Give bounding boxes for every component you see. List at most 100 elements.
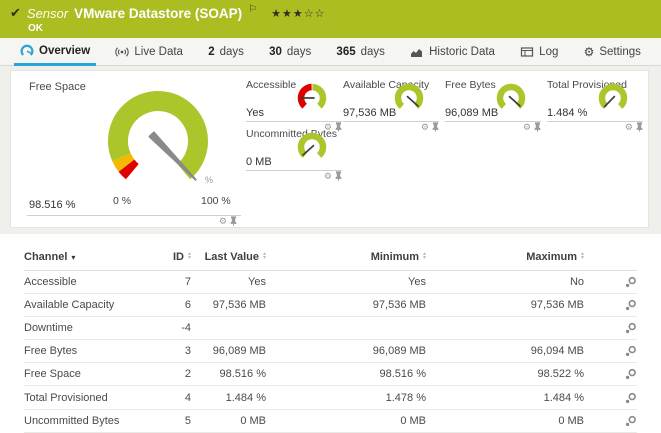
card-icons: ⚙ [421, 122, 439, 132]
gauge-card-accessible: Accessible Yes ⚙ [246, 79, 342, 131]
tab-label: days [220, 46, 244, 58]
cell-min: 97,536 MB [266, 294, 426, 317]
gauges-panel: Free Space % 0 % 100 % 98.516 % ⚙ Access… [10, 70, 649, 228]
table-row[interactable]: Free Bytes396,089 MB96,089 MB96,094 MB [24, 340, 637, 363]
historic-data-icon [410, 45, 424, 59]
tab-2-days[interactable]: 2 days [202, 38, 250, 66]
cell-channel: Free Space [24, 363, 149, 386]
overview-gauge-icon [20, 44, 34, 58]
log-icon [520, 45, 534, 59]
gauge-unit-marker: % [205, 175, 213, 185]
gauge-card-free-bytes: Free Bytes 96,089 MB ⚙ [445, 79, 541, 131]
table-row[interactable]: Accessible7YesYesNo [24, 271, 637, 294]
cell-max [426, 317, 584, 340]
pin-icon[interactable] [230, 216, 237, 226]
total-provisioned-gauge[interactable] [589, 80, 637, 120]
gauge-axis-max: 100 % [201, 195, 231, 207]
cell-id: 2 [149, 363, 191, 386]
cell-min: 1.478 % [266, 386, 426, 409]
column-header-last-value[interactable]: Last Value▴▾ [191, 246, 266, 271]
channel-table: Channel▾ ID▴▾ Last Value▴▾ Minimum▴▾ Max… [24, 246, 637, 433]
gear-icon[interactable]: ⚙ [324, 172, 332, 181]
cell-id: 3 [149, 340, 191, 363]
cell-channel: Free Bytes [24, 340, 149, 363]
priority-stars[interactable]: ★★★☆☆ [271, 7, 325, 20]
tab-overview[interactable]: Overview [14, 38, 96, 66]
column-header-actions [584, 246, 637, 271]
sort-icon: ▴▾ [581, 252, 584, 261]
gauge-value: 1.484 % [547, 107, 587, 119]
channel-settings-icon[interactable] [584, 317, 637, 340]
gauges-strip: Free Space % 0 % 100 % 98.516 % ⚙ Access… [0, 66, 661, 234]
cell-id: 7 [149, 271, 191, 294]
tab-log[interactable]: Log [514, 38, 564, 66]
gear-icon[interactable]: ⚙ [421, 123, 429, 132]
cell-min: 96,089 MB [266, 340, 426, 363]
tab-label: Live Data [134, 46, 183, 58]
cell-channel: Accessible [24, 271, 149, 294]
column-header-id[interactable]: ID▴▾ [149, 246, 191, 271]
gauge-value: 97,536 MB [343, 107, 396, 119]
pin-icon[interactable] [534, 122, 541, 132]
cell-last: 97,536 MB [191, 294, 266, 317]
gauge-card-free-space: Free Space % 0 % 100 % 98.516 % ⚙ [19, 75, 241, 225]
tab-historic-data[interactable]: Historic Data [404, 38, 501, 66]
pin-icon[interactable] [335, 171, 342, 181]
column-label: Channel [24, 251, 67, 263]
gauge-value: 98.516 % [29, 199, 75, 211]
tab-bar: Overview Live Data 2 days 30 days 365 da… [0, 38, 661, 66]
channel-settings-icon[interactable] [584, 340, 637, 363]
table-row[interactable]: Uncommitted Bytes50 MB0 MB0 MB [24, 409, 637, 432]
channel-settings-icon[interactable] [584, 386, 637, 409]
cell-id: 6 [149, 294, 191, 317]
tab-30-days[interactable]: 30 days [263, 38, 317, 66]
column-header-maximum[interactable]: Maximum ▴▾ [426, 246, 584, 271]
channel-settings-icon[interactable] [584, 363, 637, 386]
gear-icon[interactable]: ⚙ [219, 217, 227, 226]
channel-table-body: Accessible7YesYesNoAvailable Capacity697… [24, 271, 637, 433]
priority-flag-icon[interactable]: ⚐ [248, 4, 257, 15]
table-row[interactable]: Free Space298.516 %98.516 %98.522 % [24, 363, 637, 386]
sensor-title: VMware Datastore (SOAP) [74, 6, 242, 21]
channel-settings-icon[interactable] [584, 294, 637, 317]
tab-label: Overview [39, 45, 90, 57]
uncommitted-bytes-gauge[interactable] [288, 129, 336, 169]
column-header-channel[interactable]: Channel▾ [24, 246, 149, 271]
channel-settings-icon[interactable] [584, 271, 637, 294]
cell-max: No [426, 271, 584, 294]
gauge-value: Yes [246, 107, 264, 119]
tab-settings[interactable]: ⚙ Settings [578, 38, 647, 66]
pin-icon[interactable] [636, 122, 643, 132]
cell-min: 0 MB [266, 409, 426, 432]
card-icons: ⚙ [625, 122, 643, 132]
card-divider [27, 215, 241, 216]
cell-last: 0 MB [191, 409, 266, 432]
table-row[interactable]: Total Provisioned41.484 %1.478 %1.484 % [24, 386, 637, 409]
channel-settings-icon[interactable] [584, 409, 637, 432]
gear-icon[interactable]: ⚙ [625, 123, 633, 132]
cell-last: 98.516 % [191, 363, 266, 386]
pin-icon[interactable] [432, 122, 439, 132]
sensor-overview-page: ✔ Sensor VMware Datastore (SOAP) ⚐ ★★★☆☆… [0, 0, 661, 430]
gear-icon[interactable]: ⚙ [523, 123, 531, 132]
cell-id: 4 [149, 386, 191, 409]
tab-365-days[interactable]: 365 days [330, 38, 390, 66]
column-header-minimum[interactable]: Minimum▴▾ [266, 246, 426, 271]
table-row[interactable]: Downtime-4 [24, 317, 637, 340]
cell-last [191, 317, 266, 340]
gauge-value: 96,089 MB [445, 107, 498, 119]
tab-live-data[interactable]: Live Data [109, 38, 189, 66]
card-icons: ⚙ [219, 216, 237, 226]
sort-icon: ▴▾ [263, 252, 266, 261]
cell-max: 98.522 % [426, 363, 584, 386]
column-label: Maximum [526, 251, 577, 263]
tab-label: Settings [599, 46, 641, 58]
accessible-gauge[interactable] [288, 80, 336, 120]
object-kind-label: Sensor [27, 6, 68, 21]
cell-last: 1.484 % [191, 386, 266, 409]
tab-number: 30 [269, 46, 282, 58]
tab-number: 365 [336, 46, 355, 58]
tab-number: 2 [208, 46, 214, 58]
table-row[interactable]: Available Capacity697,536 MB97,536 MB97,… [24, 294, 637, 317]
cell-last: 96,089 MB [191, 340, 266, 363]
